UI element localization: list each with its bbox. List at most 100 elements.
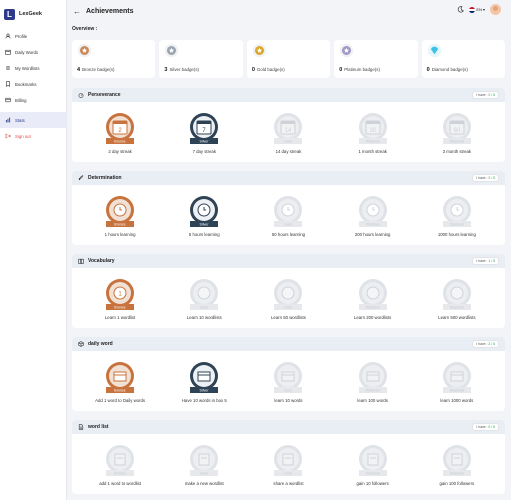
- progress-prefix: I have :: [476, 342, 488, 346]
- badge-row: 1 Bronze Learn 1 wordlist Silver Learn 10 wo…: [72, 268, 505, 320]
- progress-value: 2 / 5: [488, 176, 495, 180]
- achievement-badge[interactable]: Bronze 1 hours learning: [90, 193, 150, 237]
- achievement-badge[interactable]: 30 Platinum 1 month streak: [343, 110, 403, 154]
- achievement-badge[interactable]: Diamond 1000 hours learning: [427, 193, 487, 237]
- progress-badge: I have : 1 / 5: [472, 257, 499, 265]
- back-button[interactable]: ←: [73, 7, 81, 16]
- progress-badge: I have : 2 / 5: [472, 91, 499, 99]
- svg-text:Silver: Silver: [200, 472, 210, 476]
- silver-medal-icon: Silver: [190, 196, 219, 227]
- achievement-badge[interactable]: Gold learn 10 words: [258, 359, 318, 403]
- progress-value: 2 / 5: [488, 342, 495, 346]
- progress-prefix: I have :: [476, 259, 488, 263]
- badge-type-label: Gold badge(s): [256, 67, 285, 72]
- svg-text:Bronze: Bronze: [114, 389, 125, 393]
- badge-label: 7 day streak: [192, 149, 216, 154]
- chevron-down-icon: ▾: [482, 7, 485, 12]
- silver-medal-icon: [165, 43, 179, 58]
- sidebar-item-label: My Wordlists: [15, 65, 40, 71]
- achievement-badge[interactable]: Silver 5 hours learning: [174, 193, 234, 237]
- svg-text:Diamond: Diamond: [450, 389, 464, 393]
- svg-text:Diamond: Diamond: [450, 223, 464, 227]
- sidebar-item-profile[interactable]: Profile: [0, 28, 66, 44]
- bronze-medal-icon: [77, 43, 92, 58]
- section-daily-word: daily word I have : 2 / 5 Bronze Add 1 word…: [72, 337, 505, 411]
- badge-label: gain 100 followers: [439, 481, 475, 486]
- progress-prefix: I have :: [476, 176, 488, 180]
- locked-medal-icon: Silver: [190, 445, 219, 476]
- achievement-badge[interactable]: 7 Silver 7 day streak: [174, 110, 234, 154]
- achievement-badge[interactable]: Silver Learn 10 wordlists: [174, 276, 234, 320]
- sidebar-item-billing[interactable]: Billing: [0, 92, 66, 108]
- section-title: word list: [88, 424, 109, 430]
- sidebar-item-sign-out[interactable]: Sign out: [0, 128, 66, 144]
- sidebar-item-stats[interactable]: Stats: [0, 112, 66, 128]
- achievement-badge[interactable]: Gold share a wordlist: [258, 442, 318, 486]
- svg-text:Platinum: Platinum: [366, 223, 380, 227]
- badge-label: 14 day streak: [275, 149, 302, 154]
- moon-icon[interactable]: [457, 6, 465, 13]
- sidebar-item-daily-words[interactable]: Daily Words: [0, 44, 66, 60]
- achievement-badge[interactable]: Bronze add 1 word to wordlist: [90, 442, 150, 486]
- section-header: Perseverance I have : 2 / 5: [72, 88, 505, 102]
- svg-text:Gold: Gold: [285, 389, 293, 393]
- language-selector[interactable]: EN ▾: [469, 6, 485, 13]
- badge-label: 5 hours learning: [188, 232, 220, 237]
- achievement-badge[interactable]: Bronze Add 1 word to Daily words: [90, 359, 150, 403]
- cube-icon: [78, 341, 84, 347]
- achievement-badge[interactable]: Platinum 200 hours learning: [343, 193, 403, 237]
- app-logo[interactable]: L LexGeek: [4, 4, 66, 24]
- avatar[interactable]: [490, 4, 501, 15]
- achievement-badge[interactable]: Platinum Learn 200 wordlists: [343, 276, 403, 320]
- achievement-badge[interactable]: Diamond learn 1000 words: [427, 359, 487, 403]
- achievement-badge[interactable]: Silver Have 10 words in box 5: [174, 359, 234, 403]
- achievement-badge[interactable]: Gold Learn 50 wordlists: [258, 276, 318, 320]
- svg-text:Platinum: Platinum: [366, 472, 380, 476]
- svg-text:Platinum: Platinum: [366, 140, 380, 144]
- achievement-badge[interactable]: Diamond Learn 500 wordlists: [427, 276, 487, 320]
- locked-medal-icon: Silver: [190, 279, 219, 310]
- sidebar-item-bookmarks[interactable]: Bookmarks: [0, 76, 66, 92]
- achievement-badge[interactable]: 2 Bronze 2 day streak: [90, 110, 150, 154]
- svg-text:Bronze: Bronze: [114, 306, 125, 310]
- achievement-badge[interactable]: Platinum learn 100 words: [343, 359, 403, 403]
- progress-badge: I have : 2 / 5: [472, 340, 499, 348]
- locked-medal-icon: Bronze: [106, 445, 135, 476]
- silver-medal-icon: 7Silver: [190, 113, 219, 144]
- badge-row: Bronze add 1 word to wordlist Silver make a…: [72, 434, 505, 486]
- progress-badge: I have : 2 / 5: [472, 174, 499, 182]
- achievement-badge[interactable]: 1 Bronze Learn 1 wordlist: [90, 276, 150, 320]
- badge-count: 0: [339, 67, 343, 73]
- achievement-badge[interactable]: 14 Gold 14 day streak: [258, 110, 318, 154]
- achievement-badge[interactable]: Gold 50 hours learning: [258, 193, 318, 237]
- achievement-badge[interactable]: Diamond gain 100 followers: [427, 442, 487, 486]
- flag-icon: [469, 6, 476, 13]
- badge-row: Bronze Add 1 word to Daily words Silver Hav…: [72, 351, 505, 403]
- locked-medal-icon: 30 Platinum: [358, 113, 387, 144]
- achievement-badge[interactable]: Silver make a new wordlist: [174, 442, 234, 486]
- badge-type-label: Diamond badge(s): [431, 67, 468, 72]
- locked-medal-icon: Diamond: [442, 362, 471, 393]
- achievement-badge[interactable]: 60 Diamond 3 month streak: [427, 110, 487, 154]
- section-header: Determination I have : 2 / 5: [72, 171, 505, 185]
- svg-text:30: 30: [369, 128, 376, 134]
- card-icon: [5, 97, 11, 103]
- badge-label: 1000 hours learning: [437, 232, 476, 237]
- badge-label: 3 month streak: [442, 149, 472, 154]
- svg-text:Silver: Silver: [200, 306, 210, 310]
- locked-medal-icon: Platinum: [358, 196, 387, 227]
- overview-text: 3 Silver badge(s): [164, 67, 199, 73]
- badge-row: Bronze 1 hours learning Silver 5 hours lear…: [72, 185, 505, 237]
- section-header: Vocabulary I have : 1 / 5: [72, 254, 505, 268]
- locked-medal-icon: Platinum: [358, 279, 387, 310]
- rocket-icon: [78, 175, 84, 181]
- overview-card-gold: 0 Gold badge(s): [246, 40, 331, 78]
- sidebar-item-my-wordlists[interactable]: My Wordlists: [0, 60, 66, 76]
- locked-medal-icon: 60 Diamond: [442, 113, 471, 144]
- logo-icon: L: [4, 8, 15, 20]
- achievement-badge[interactable]: Platinum gain 10 followers: [343, 442, 403, 486]
- bronze-medal-icon: 2Bronze: [106, 113, 135, 144]
- locked-medal-icon: Diamond: [442, 196, 471, 227]
- badge-label: gain 10 followers: [356, 481, 389, 486]
- progress-badge: I have : 0 / 5: [472, 423, 499, 431]
